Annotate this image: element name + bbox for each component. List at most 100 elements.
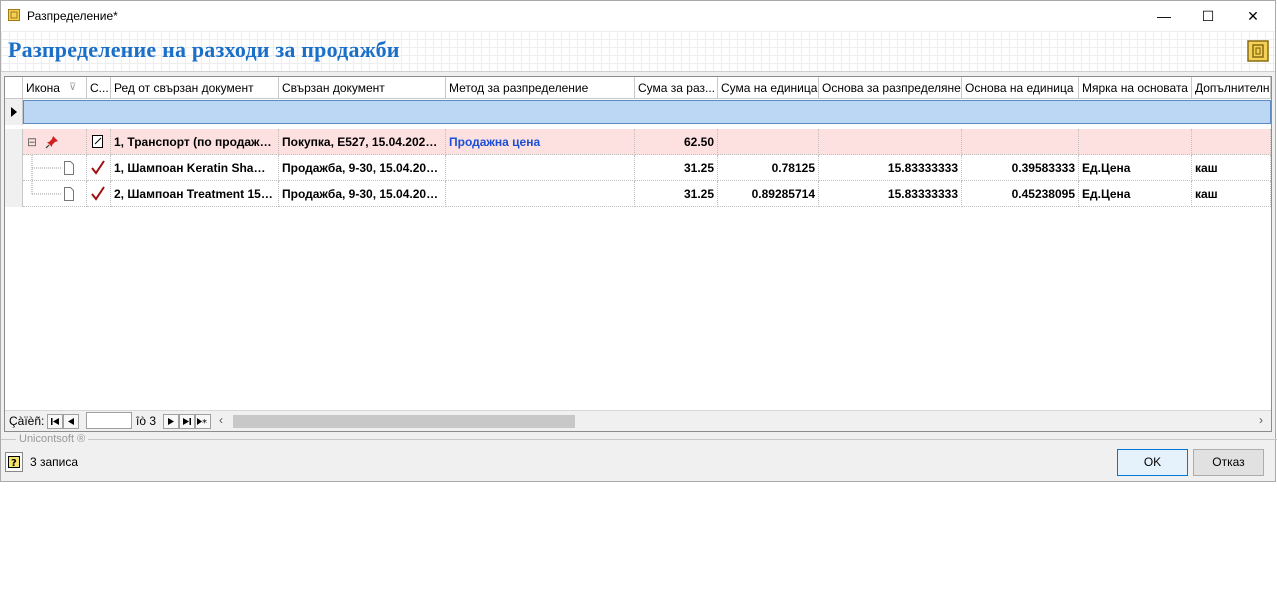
column-header-document[interactable]: Свързан документ xyxy=(279,77,446,99)
row-header-corner xyxy=(5,77,23,99)
doc-icon xyxy=(64,187,74,201)
close-button[interactable]: ✕ xyxy=(1230,1,1276,31)
next-icon xyxy=(168,418,174,425)
record-navigator: Çàïèñ: îò 3 * ‹ › xyxy=(5,410,1271,431)
extra-cell xyxy=(1192,129,1271,155)
brand-label: Unicontsoft ® xyxy=(16,433,89,445)
column-header-amount[interactable]: Сума за раз... xyxy=(635,77,718,99)
minimize-button[interactable]: — xyxy=(1141,1,1187,31)
column-header-extra[interactable]: Допълнителн xyxy=(1192,77,1271,99)
brand-divider xyxy=(1,439,1277,440)
cancel-button[interactable]: Отказ xyxy=(1193,449,1264,476)
unit-base-cell: 0.45238095 xyxy=(962,181,1079,207)
measure-cell xyxy=(1079,129,1192,155)
record-number-input[interactable] xyxy=(86,412,132,429)
extra-cell: каш xyxy=(1192,155,1271,181)
prev-icon xyxy=(68,418,74,425)
unit-amount-cell xyxy=(718,129,819,155)
window-title: Разпределение* xyxy=(27,9,118,23)
line-cell: 1, Транспорт (по продажб... xyxy=(111,129,279,155)
base-cell xyxy=(819,129,962,155)
prev-record-button[interactable] xyxy=(63,414,79,429)
base-cell: 15.83333333 xyxy=(819,155,962,181)
last-record-button[interactable] xyxy=(179,414,195,429)
measure-cell: Ед.Цена xyxy=(1079,155,1192,181)
amount-cell: 62.50 xyxy=(635,129,718,155)
column-header-measure[interactable]: Мярка на основата xyxy=(1079,77,1192,99)
record-count-text: îò 3 xyxy=(136,414,157,428)
new-row[interactable] xyxy=(5,99,1271,125)
navigator-label: Çàïèñ: xyxy=(9,414,45,428)
unit-amount-cell: 0.78125 xyxy=(718,155,819,181)
line-cell: 1, Шампоан Keratin Shamp... xyxy=(111,155,279,181)
note-icon xyxy=(92,135,103,148)
row-selector[interactable] xyxy=(5,155,23,181)
horizontal-scrollbar-thumb[interactable] xyxy=(233,415,575,428)
line-cell: 2, Шампоан Treatment 150... xyxy=(111,181,279,207)
column-header-method[interactable]: Метод за разпределение xyxy=(446,77,635,99)
row-status-cell xyxy=(87,181,111,207)
unit-base-cell: 0.39583333 xyxy=(962,155,1079,181)
dialog-window: Разпределение* — ☐ ✕ Разпределение на ра… xyxy=(0,0,1277,482)
row-selector[interactable] xyxy=(5,99,23,125)
base-cell: 15.83333333 xyxy=(819,181,962,207)
ok-button[interactable]: OK xyxy=(1117,449,1188,476)
method-cell[interactable]: Продажна цена xyxy=(446,129,635,155)
distribution-grid[interactable]: Икона ⊽ С... Ред от свързан документ Свъ… xyxy=(4,76,1272,432)
row-icon-cell: ⊟ xyxy=(23,129,87,155)
current-row-arrow-icon xyxy=(11,107,17,117)
amount-cell: 31.25 xyxy=(635,181,718,207)
column-header-line[interactable]: Ред от свързан документ xyxy=(111,77,279,99)
document-header: Разпределение на разходи за продажби xyxy=(1,31,1275,72)
sort-filter-icon[interactable]: ⊽ xyxy=(69,77,76,98)
row-status-cell xyxy=(87,155,111,181)
app-icon xyxy=(8,9,20,21)
document-cell: Покупка, Е527, 15.04.2024,... xyxy=(279,129,446,155)
extra-cell: каш xyxy=(1192,181,1271,207)
method-cell[interactable] xyxy=(446,181,635,207)
svg-text:?: ? xyxy=(11,458,17,469)
check-icon xyxy=(91,160,105,175)
collapse-icon[interactable]: ⊟ xyxy=(27,129,37,154)
last-icon xyxy=(183,418,191,425)
new-row-cells[interactable] xyxy=(23,100,1271,124)
table-row[interactable]: 1, Шампоан Keratin Shamp... Продажба, 9-… xyxy=(5,155,1271,181)
column-label: Икона xyxy=(26,81,60,95)
document-cell: Продажба, 9-30, 15.04.202... xyxy=(279,181,446,207)
unit-amount-cell: 0.89285714 xyxy=(718,181,819,207)
doc-icon xyxy=(64,161,74,175)
help-button[interactable]: ? xyxy=(5,452,23,472)
title-bar: Разпределение* — ☐ ✕ xyxy=(1,1,1275,31)
next-record-button[interactable] xyxy=(163,414,179,429)
maximize-button[interactable]: ☐ xyxy=(1185,1,1231,31)
measure-cell: Ед.Цена xyxy=(1079,181,1192,207)
table-row[interactable]: ⊟ 1, Транспорт (по продажб... Покупка, Е… xyxy=(5,129,1271,155)
record-count-status: 3 записа xyxy=(30,455,79,469)
scroll-left-icon[interactable]: ‹ xyxy=(219,413,223,427)
column-header-status[interactable]: С... xyxy=(87,77,111,99)
row-selector[interactable] xyxy=(5,181,23,207)
first-icon xyxy=(51,418,59,425)
scroll-right-icon[interactable]: › xyxy=(1259,413,1263,427)
unit-base-cell xyxy=(962,129,1079,155)
table-row[interactable]: 2, Шампоан Treatment 150... Продажба, 9-… xyxy=(5,181,1271,207)
svg-text:*: * xyxy=(202,418,207,428)
row-status-cell xyxy=(87,129,111,155)
column-header-base[interactable]: Основа за разпределяне xyxy=(819,77,962,99)
column-header-unit-base[interactable]: Основа на единица xyxy=(962,77,1079,99)
first-record-button[interactable] xyxy=(47,414,63,429)
pin-icon xyxy=(45,136,58,149)
check-icon xyxy=(91,186,105,201)
amount-cell: 31.25 xyxy=(635,155,718,181)
document-cell: Продажба, 9-30, 15.04.202... xyxy=(279,155,446,181)
row-selector[interactable] xyxy=(5,129,23,155)
app-logo-icon xyxy=(1247,40,1269,62)
help-icon: ? xyxy=(8,456,20,469)
method-cell[interactable] xyxy=(446,155,635,181)
new-record-icon: * xyxy=(197,418,207,429)
row-icon-cell xyxy=(23,181,87,207)
column-header-unit-amount[interactable]: Сума на единица xyxy=(718,77,819,99)
page-title: Разпределение на разходи за продажби xyxy=(8,37,400,62)
new-record-button[interactable]: * xyxy=(195,414,211,429)
column-header-icon[interactable]: Икона ⊽ xyxy=(23,77,87,99)
